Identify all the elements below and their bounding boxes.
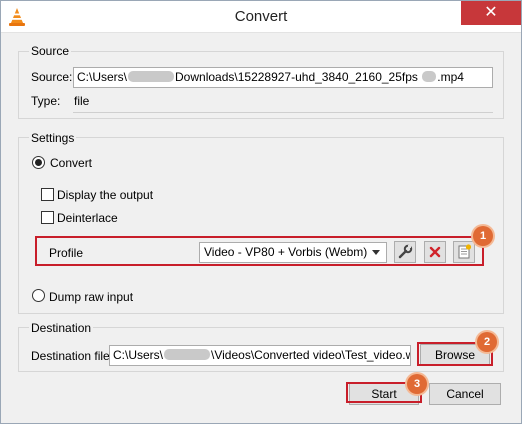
convert-radio[interactable] xyxy=(32,156,45,169)
destination-path-suffix: \Videos\Converted video\Test_video.webm xyxy=(211,348,410,362)
dump-raw-radio[interactable] xyxy=(32,289,45,302)
destination-path-prefix: C:\Users\ xyxy=(113,348,164,362)
source-path-suffix: .mp4 xyxy=(437,70,464,84)
redacted-username xyxy=(164,349,211,360)
deinterlace-checkbox[interactable] xyxy=(41,211,54,224)
deinterlace-label: Deinterlace xyxy=(57,211,118,225)
profile-highlight-box xyxy=(35,236,484,266)
step-marker-2: 2 xyxy=(477,332,497,352)
redacted-username xyxy=(128,71,175,82)
type-label: Type: xyxy=(31,94,61,108)
close-icon: ✕ xyxy=(484,4,498,21)
source-group-title: Source xyxy=(29,44,72,58)
source-divider xyxy=(73,112,493,113)
dump-raw-label: Dump raw input xyxy=(49,290,134,304)
source-path-prefix: C:\Users\ xyxy=(77,70,128,84)
settings-group-title: Settings xyxy=(29,131,77,145)
destination-file-label: Destination file: xyxy=(31,349,114,363)
step-marker-1: 1 xyxy=(473,226,493,246)
window-title: Convert xyxy=(234,8,288,25)
close-button[interactable]: ✕ xyxy=(461,1,521,25)
redacted-text xyxy=(422,71,437,82)
source-label: Source: xyxy=(31,70,73,84)
type-value: file xyxy=(74,94,90,108)
cancel-button[interactable]: Cancel xyxy=(429,383,501,405)
display-output-label: Display the output xyxy=(57,188,154,202)
display-output-checkbox[interactable] xyxy=(41,188,54,201)
source-path-field[interactable]: C:\Users\ Downloads\15228927-uhd_3840_216… xyxy=(73,67,493,88)
destination-group-title: Destination xyxy=(29,321,94,335)
source-path-middle: Downloads\15228927-uhd_3840_2160_25fps xyxy=(175,70,418,84)
step-marker-3: 3 xyxy=(407,374,427,394)
title-bar: Convert ✕ xyxy=(1,1,521,33)
convert-radio-label: Convert xyxy=(50,156,93,170)
convert-dialog: Convert ✕ Source Source: C:\Users\ Downlo… xyxy=(0,0,522,424)
destination-path-field[interactable]: C:\Users\ \Videos\Converted video\Test_vi… xyxy=(109,345,411,366)
